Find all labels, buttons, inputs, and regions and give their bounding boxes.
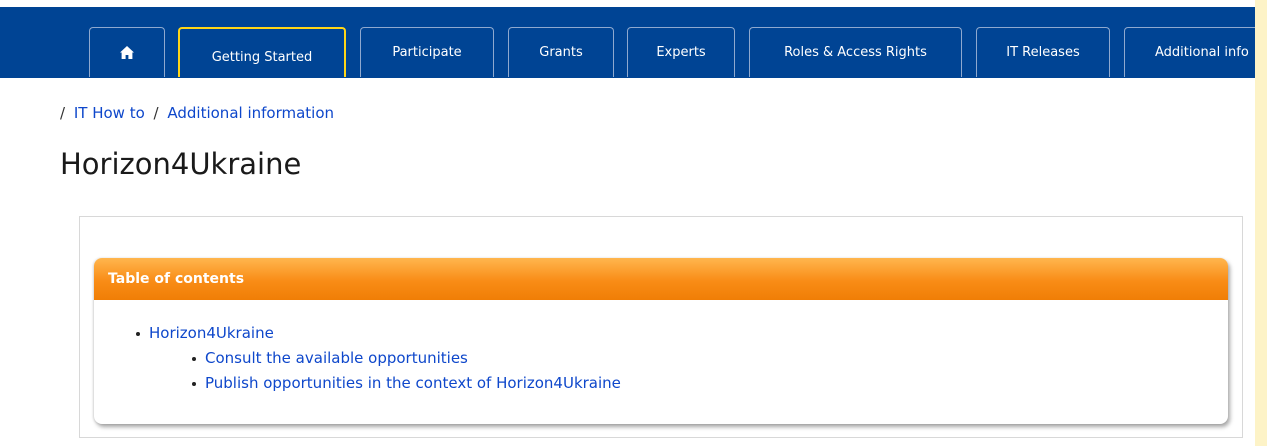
toc-link-consult-opportunities[interactable]: Consult the available opportunities	[205, 349, 468, 367]
toc-header: Table of contents	[94, 258, 1228, 300]
toc-subitem: Publish opportunities in the context of …	[192, 371, 1228, 396]
nav-tab-experts[interactable]: Experts	[627, 27, 735, 77]
toc-link-horizon4ukraine[interactable]: Horizon4Ukraine	[149, 324, 274, 342]
home-button[interactable]	[89, 27, 165, 77]
nav-tab-it-releases[interactable]: IT Releases	[976, 27, 1110, 77]
nav-tab-participate[interactable]: Participate	[360, 27, 494, 77]
nav-tab-additional-info[interactable]: Additional info	[1124, 27, 1255, 77]
breadcrumb-link-it-how-to[interactable]: IT How to	[74, 104, 145, 122]
table-of-contents: Table of contents Horizon4Ukraine Consul…	[94, 258, 1228, 424]
nav-tab-grants[interactable]: Grants	[508, 27, 614, 77]
page-title: Horizon4Ukraine	[60, 147, 302, 181]
toc-link-publish-opportunities[interactable]: Publish opportunities in the context of …	[205, 374, 621, 392]
nav-tab-roles-access-rights[interactable]: Roles & Access Rights	[749, 27, 962, 77]
breadcrumb: / IT How to / Additional information	[60, 104, 334, 122]
home-icon	[120, 46, 134, 59]
breadcrumb-separator: /	[60, 104, 66, 122]
top-navigation-bar: Getting Started Participate Grants Exper…	[0, 7, 1255, 78]
toc-item: Horizon4Ukraine Consult the available op…	[136, 321, 1228, 396]
page: Getting Started Participate Grants Exper…	[0, 0, 1255, 446]
breadcrumb-separator: /	[153, 104, 159, 122]
toc-subitem: Consult the available opportunities	[192, 346, 1228, 371]
nav-tab-getting-started[interactable]: Getting Started	[178, 27, 346, 77]
toc-list: Horizon4Ukraine Consult the available op…	[94, 300, 1228, 396]
breadcrumb-link-additional-information[interactable]: Additional information	[167, 104, 334, 122]
toc-sublist: Consult the available opportunities Publ…	[149, 346, 1228, 396]
